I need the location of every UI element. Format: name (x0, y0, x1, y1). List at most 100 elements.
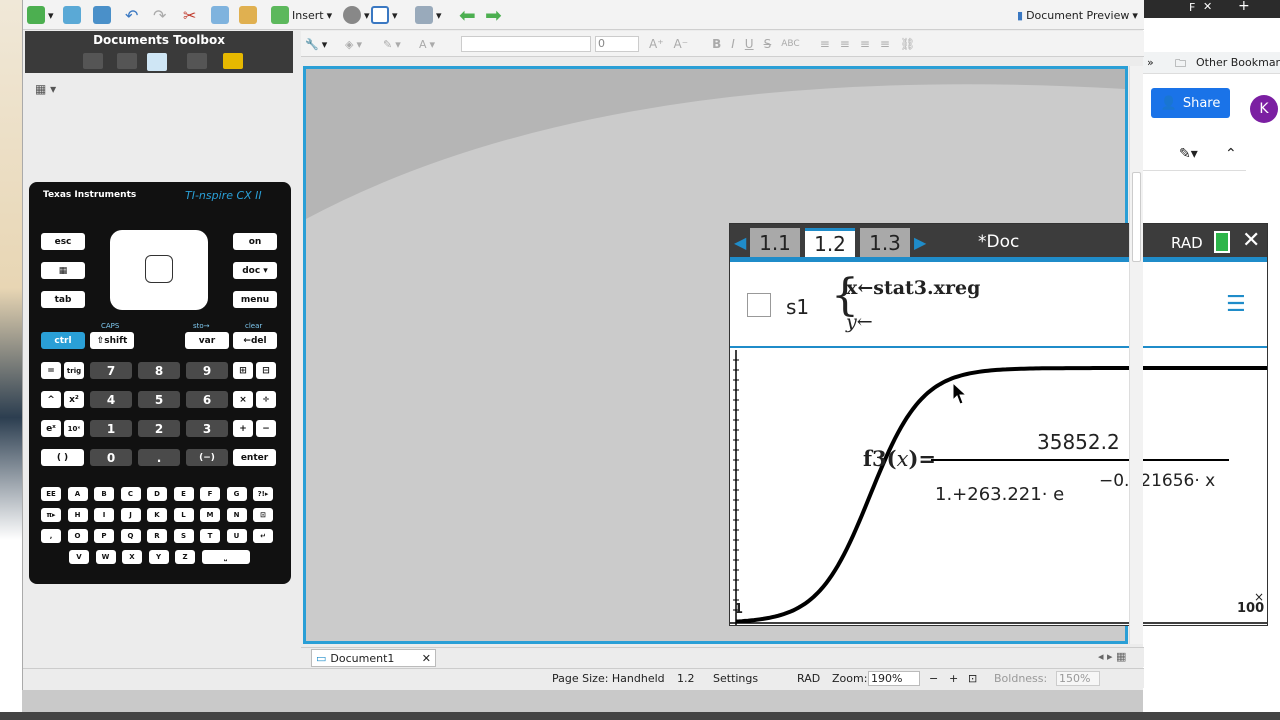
letter-key[interactable]: ↵ (253, 529, 273, 543)
template-key[interactable]: ⊞ (233, 362, 253, 379)
other-bookmarks-link[interactable]: Other Bookmarks (1196, 56, 1280, 69)
letter-key[interactable]: P (94, 529, 114, 543)
letter-key[interactable]: Z (175, 550, 195, 564)
new-tab-icon[interactable]: + (1238, 0, 1250, 14)
paren-key[interactable]: ( ) (41, 449, 84, 466)
tab-1-2[interactable]: 1.2 (805, 228, 855, 257)
letter-key[interactable]: ⊡ (253, 508, 273, 522)
caret-key[interactable]: ^ (41, 391, 61, 408)
tab-scroll-right-icon[interactable]: ▶ (914, 233, 926, 252)
bold-icon[interactable]: B (712, 37, 721, 51)
minus-key[interactable]: − (256, 420, 276, 437)
decrease-font-icon[interactable]: A⁻ (674, 37, 689, 51)
key-4[interactable]: 4 (90, 391, 132, 408)
letter-key[interactable]: O (67, 529, 88, 543)
doc-key[interactable]: doc ▾ (233, 262, 277, 279)
boldness-select[interactable]: 150% (1056, 671, 1100, 686)
entry-checkbox[interactable] (747, 293, 771, 317)
save-key[interactable]: ▦ (41, 262, 85, 279)
plus-key[interactable]: + (233, 420, 253, 437)
close-tab-icon[interactable]: ✕ (1203, 0, 1212, 13)
strikethrough-icon[interactable]: S (764, 37, 772, 51)
link-icon[interactable]: ⛓ (900, 37, 915, 51)
letter-key[interactable]: ‚ (41, 529, 61, 543)
keypad-view-menu[interactable]: ▦ ▾ (35, 82, 56, 96)
italic-icon[interactable]: I (731, 37, 735, 51)
increase-font-icon[interactable]: A⁺ (649, 37, 664, 51)
save-button[interactable] (93, 5, 111, 25)
screen-capture-button[interactable]: ▾ (415, 5, 442, 25)
new-document-button[interactable]: ▾ (27, 5, 54, 25)
tools-tab[interactable] (83, 53, 103, 69)
text-color-menu[interactable]: A ▾ (419, 34, 435, 54)
share-button[interactable]: 👤 Share (1151, 88, 1230, 118)
ten-power-key[interactable]: 10ˣ (64, 420, 84, 437)
undo-button[interactable]: ↶ (125, 5, 138, 25)
letter-key[interactable]: ⎵ (201, 550, 250, 564)
letter-key[interactable]: EE (41, 487, 61, 501)
align-center-icon[interactable]: ≡ (840, 37, 850, 51)
pencil-icon[interactable]: ✎▾ (1179, 146, 1198, 162)
tab-scroll-left-icon[interactable]: ◀ (734, 233, 746, 252)
justify-icon[interactable]: ≡ (880, 37, 890, 51)
document-tab[interactable]: ▭ Document1 ✕ (311, 649, 436, 667)
graph-area[interactable]: 1 100 × f3(x)= 35852.2 1.+263.221· e −0.… (730, 350, 1267, 625)
page-size[interactable]: Page Size: Handheld (552, 672, 665, 685)
key-9[interactable]: 9 (186, 362, 228, 379)
cut-button[interactable]: ✂ (183, 5, 196, 25)
decimal-key[interactable]: . (138, 449, 180, 466)
chevron-up-icon[interactable]: ⌃ (1225, 146, 1237, 162)
align-left-icon[interactable]: ≡ (820, 37, 830, 51)
key-8[interactable]: 8 (138, 362, 180, 379)
next-page-button[interactable]: ➡ (485, 3, 502, 27)
letter-key[interactable]: E (173, 487, 194, 501)
key-1[interactable]: 1 (90, 420, 132, 437)
tab-key[interactable]: tab (41, 291, 85, 308)
document-preview-menu[interactable]: ▮ Document Preview ▾ (1017, 5, 1138, 25)
equals-key[interactable]: = (41, 362, 61, 379)
tab-1-1[interactable]: 1.1 (750, 228, 800, 257)
case-icon[interactable]: ABC (781, 39, 799, 49)
letter-key[interactable]: G (226, 487, 247, 501)
var-key[interactable]: var (185, 332, 229, 349)
settings-link[interactable]: Settings (713, 672, 758, 685)
tab-nav-icons[interactable]: ◂ ▸ ▦ (1098, 650, 1126, 663)
letter-key[interactable]: X (122, 550, 142, 564)
content-explorer-tab[interactable] (187, 53, 207, 69)
tab-1-3[interactable]: 1.3 (860, 228, 910, 257)
key-3[interactable]: 3 (186, 420, 228, 437)
copy-button[interactable] (211, 5, 229, 25)
letter-key[interactable]: L (173, 508, 194, 522)
browser-tab-letter[interactable]: F (1189, 1, 1195, 14)
letter-key[interactable]: H (67, 508, 88, 522)
menu-key[interactable]: menu (233, 291, 277, 308)
key-6[interactable]: 6 (186, 391, 228, 408)
page-sorter-tab[interactable] (117, 53, 137, 69)
utilities-tab[interactable] (223, 53, 243, 69)
negative-key[interactable]: (−) (186, 449, 228, 466)
letter-key[interactable]: Q (120, 529, 141, 543)
trig-key[interactable]: trig (64, 362, 84, 379)
key-0[interactable]: 0 (90, 449, 132, 466)
more-bookmarks-icon[interactable]: » (1147, 56, 1154, 69)
shift-key[interactable]: ⇧shift (90, 332, 134, 349)
exp-key[interactable]: eˣ (41, 420, 61, 437)
touchpad[interactable] (110, 230, 208, 310)
letter-key[interactable]: F (200, 487, 220, 501)
enter-key[interactable]: enter (233, 449, 276, 466)
close-icon[interactable]: ✕ (1242, 228, 1260, 253)
letter-key[interactable]: U (226, 529, 247, 543)
letter-key[interactable]: ?!▸ (253, 487, 273, 501)
layout-button[interactable]: ▾ (371, 5, 398, 25)
letter-key[interactable]: B (94, 487, 114, 501)
canvas-scrollbar[interactable] (1129, 66, 1143, 644)
align-right-icon[interactable]: ≡ (860, 37, 870, 51)
calculator-tab[interactable] (147, 53, 167, 71)
letter-key[interactable]: R (147, 529, 167, 543)
scrollbar-thumb[interactable] (1132, 172, 1141, 262)
key-7[interactable]: 7 (90, 362, 132, 379)
key-5[interactable]: 5 (138, 391, 180, 408)
letter-key[interactable]: V (69, 550, 89, 564)
touchpad-center-button[interactable] (145, 255, 173, 283)
close-document-icon[interactable]: ✕ (422, 652, 431, 665)
